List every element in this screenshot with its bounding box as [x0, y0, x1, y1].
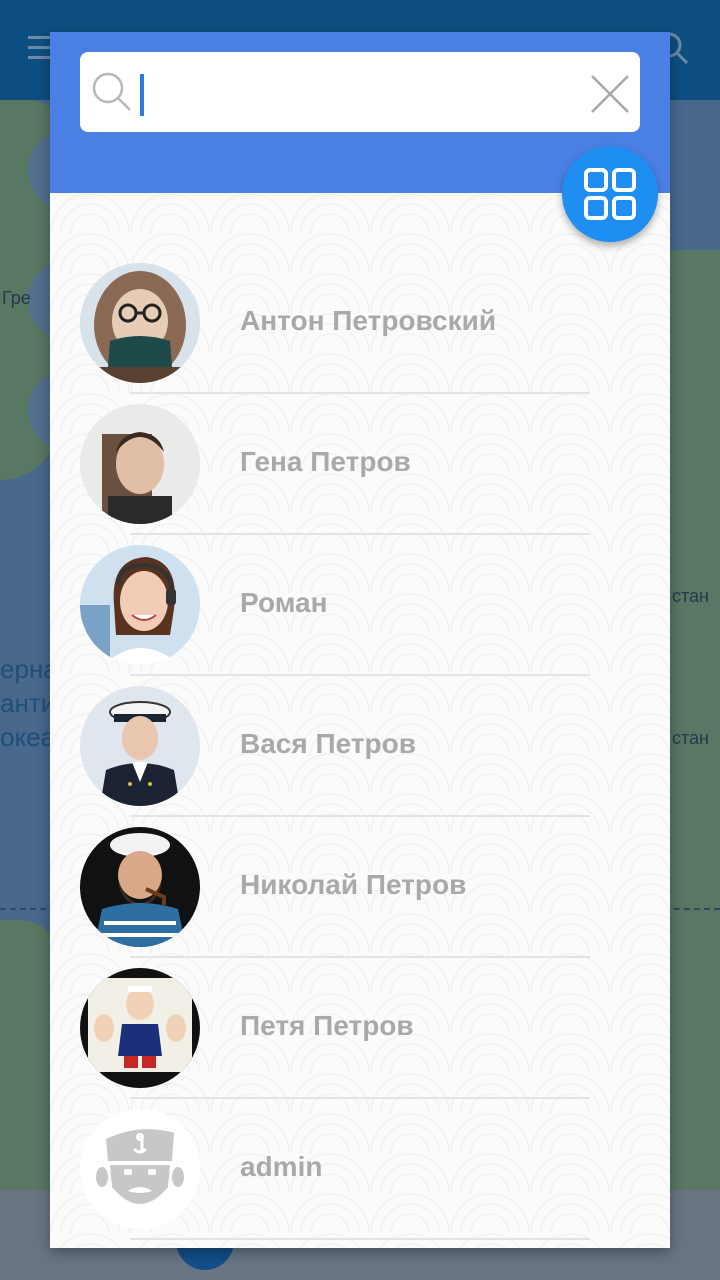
- grid-view-button[interactable]: [562, 146, 658, 242]
- sailor-avatar-icon: [80, 1109, 200, 1229]
- avatar: [80, 686, 200, 806]
- contact-item[interactable]: Антон Петровский: [50, 253, 670, 394]
- contact-picker-dialog: Антон Петровский Гена Петров Роман Вася …: [50, 32, 670, 1248]
- divider: [130, 1238, 590, 1240]
- close-icon[interactable]: [588, 72, 632, 116]
- avatar: [80, 968, 200, 1088]
- contact-item[interactable]: Николай Петров: [50, 817, 670, 958]
- grid-view-icon: [584, 168, 636, 220]
- contact-name: Антон Петровский: [240, 305, 497, 336]
- avatar: [80, 404, 200, 524]
- search-input[interactable]: [142, 66, 572, 118]
- contact-item[interactable]: Вася Петров: [50, 676, 670, 817]
- contact-name: Роман: [240, 587, 328, 618]
- search-icon: [92, 72, 131, 111]
- contact-item[interactable]: Роман: [50, 535, 670, 676]
- contact-name: Петя Петров: [240, 1010, 414, 1041]
- contact-list[interactable]: Антон Петровский Гена Петров Роман Вася …: [50, 193, 670, 1248]
- contact-item[interactable]: admin: [50, 1099, 670, 1240]
- contact-name: Николай Петров: [240, 869, 467, 900]
- map-label: Гре: [2, 288, 31, 308]
- search-box: [80, 52, 640, 132]
- avatar: [80, 545, 200, 665]
- contact-name: Вася Петров: [240, 728, 416, 759]
- contact-item[interactable]: Петя Петров: [50, 958, 670, 1099]
- contact-name: admin: [240, 1151, 323, 1182]
- contact-item[interactable]: Гена Петров: [50, 394, 670, 535]
- contact-name: Гена Петров: [240, 446, 411, 477]
- map-label: стан: [672, 728, 709, 748]
- map-label: стан: [672, 586, 709, 606]
- avatar: [80, 827, 200, 947]
- map-label: океа: [0, 722, 56, 752]
- avatar: [80, 263, 200, 383]
